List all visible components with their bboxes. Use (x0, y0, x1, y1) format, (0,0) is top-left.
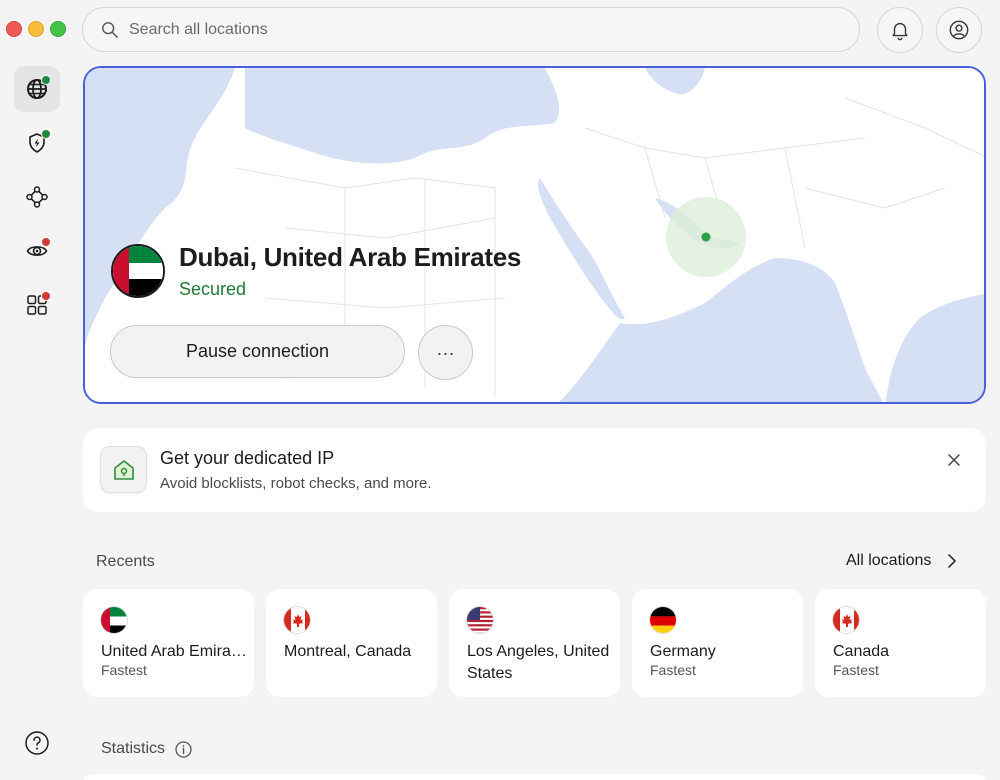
account-button[interactable] (936, 7, 982, 53)
recent-location-sub: Fastest (101, 662, 147, 678)
search-bar[interactable] (82, 7, 860, 52)
promo-title: Get your dedicated IP (160, 448, 335, 468)
recent-location-name: United Arab Emirates (101, 643, 251, 660)
search-icon (102, 21, 118, 38)
all-locations-link[interactable]: All locations (846, 552, 959, 570)
connection-status: Secured (179, 279, 247, 299)
recent-location-card[interactable]: Los Angeles, United States (449, 589, 620, 697)
window-zoom-button[interactable] (50, 21, 66, 37)
window-minimize-button[interactable] (28, 21, 44, 37)
recent-location-name: Montreal, Canada (284, 643, 412, 660)
recent-location-card[interactable]: Montreal, Canada (266, 589, 437, 697)
sidebar-item-vpn[interactable] (14, 66, 60, 112)
help-icon[interactable] (24, 730, 50, 756)
status-dot-green (41, 129, 51, 139)
uae-flag-icon (100, 606, 128, 634)
recent-location-name: Germany (650, 643, 716, 660)
info-icon[interactable] (175, 740, 192, 758)
chevron-right-icon (948, 554, 957, 568)
home-location-icon (100, 446, 147, 493)
canada-flag-icon (283, 606, 311, 634)
mesh-network-icon (26, 186, 48, 208)
pause-connection-button[interactable]: Pause connection (110, 325, 405, 378)
status-dot-green (41, 75, 51, 85)
promo-subtitle: Avoid blocklists, robot checks, and more… (160, 475, 432, 492)
status-dot-red (41, 291, 51, 301)
recent-location-card[interactable]: Canada Fastest (815, 589, 986, 697)
status-dot-red (41, 237, 51, 247)
statistics-label: Statistics (101, 740, 166, 757)
bell-icon (892, 22, 908, 41)
search-input[interactable] (129, 20, 829, 39)
recent-location-sub: Fastest (833, 662, 879, 678)
statistics-heading: Statistics (101, 740, 192, 758)
window-close-button[interactable] (6, 21, 22, 37)
dedicated-ip-card[interactable]: Get your dedicated IP Avoid blocklists, … (83, 428, 986, 512)
account-icon (949, 20, 969, 40)
recent-location-name: Los Angeles, United States (467, 643, 610, 682)
sidebar-item-dark-web-monitor[interactable] (14, 228, 60, 274)
more-options-button[interactable]: ··· (418, 325, 473, 380)
recents-heading: Recents (96, 553, 155, 570)
germany-flag-icon (649, 606, 677, 634)
close-icon[interactable] (944, 450, 964, 470)
recent-location-card[interactable]: Germany Fastest (632, 589, 803, 697)
statistics-card (83, 774, 986, 780)
notifications-button[interactable] (877, 7, 923, 53)
canada-flag-icon (832, 606, 860, 634)
recent-location-card[interactable]: United Arab Emirates Fastest (83, 589, 254, 697)
sidebar-item-threat-protection[interactable] (14, 120, 60, 166)
uae-flag-icon (111, 244, 165, 298)
sidebar-item-meshnet[interactable] (14, 174, 60, 220)
connected-location: Dubai, United Arab Emirates (179, 242, 522, 272)
all-locations-label: All locations (846, 552, 932, 569)
usa-flag-icon (466, 606, 494, 634)
sidebar (14, 66, 60, 336)
window-controls (6, 21, 66, 37)
recent-location-sub: Fastest (650, 662, 696, 678)
connection-card: Dubai, United Arab Emirates Secured Paus… (83, 66, 986, 404)
sidebar-item-apps[interactable] (14, 282, 60, 328)
recent-location-name: Canada (833, 643, 890, 660)
